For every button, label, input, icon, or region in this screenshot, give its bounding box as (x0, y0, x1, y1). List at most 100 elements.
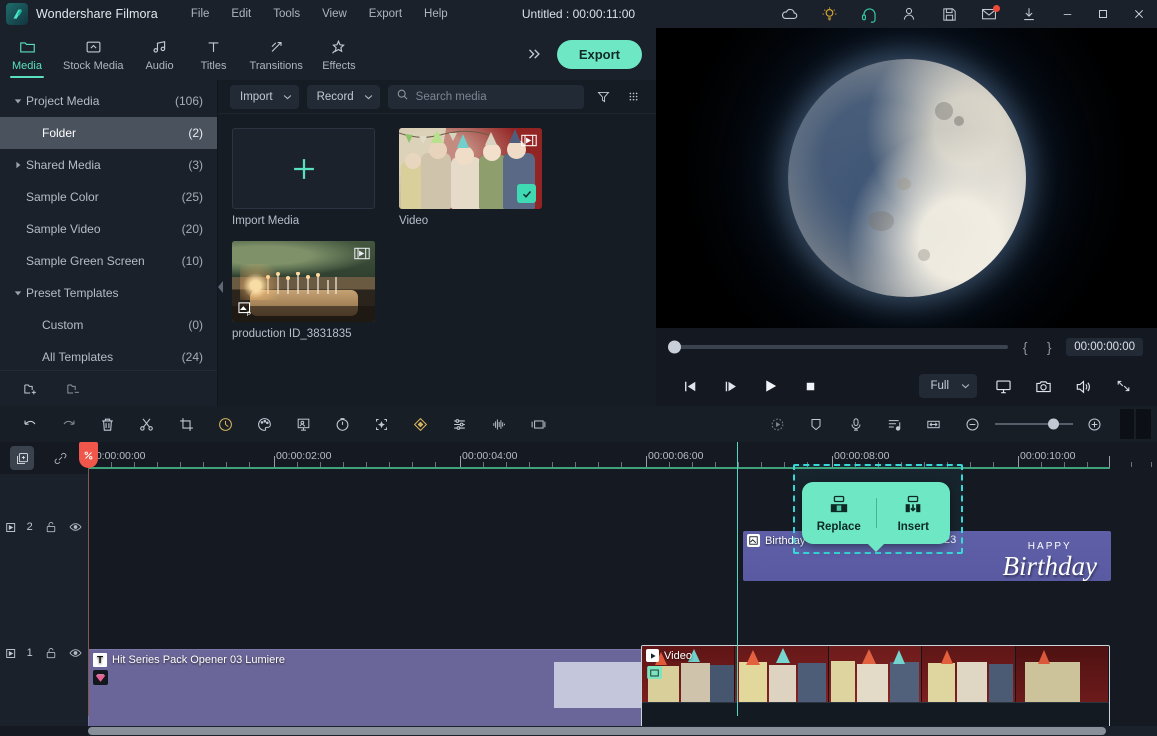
marker-range-icon[interactable] (519, 410, 558, 438)
chevron-right-icon[interactable] (10, 161, 26, 169)
lightbulb-icon[interactable] (809, 0, 849, 28)
minimize-button[interactable] (1049, 0, 1085, 28)
maximize-button[interactable] (1085, 0, 1121, 28)
render-preview-icon[interactable] (758, 410, 797, 438)
menu-export[interactable]: Export (358, 5, 413, 23)
menu-view[interactable]: View (311, 5, 358, 23)
sidebar-item-sample-color[interactable]: Sample Color (25) (0, 181, 217, 213)
voiceover-mic-icon[interactable] (836, 410, 875, 438)
mark-out-button[interactable]: } (1042, 339, 1056, 355)
split-scissors-icon[interactable] (127, 410, 166, 438)
close-button[interactable] (1121, 0, 1157, 28)
new-folder-icon[interactable] (22, 381, 39, 397)
redo-icon[interactable] (49, 410, 88, 438)
sidebar-item-shared-media[interactable]: Shared Media (3) (0, 149, 217, 181)
sidebar-item-preset-templates[interactable]: Preset Templates (0, 277, 217, 309)
clip-video[interactable]: Video (641, 645, 1110, 736)
drop-action-popup[interactable]: Replace Insert (802, 482, 950, 544)
timeline-zoom-slider[interactable] (994, 418, 1073, 430)
media-thumbnail[interactable]: P (232, 241, 375, 322)
record-dropdown[interactable]: Record (306, 84, 380, 109)
grid-view-icon[interactable] (622, 89, 644, 104)
play-button[interactable] (750, 371, 790, 401)
link-chain-icon[interactable] (48, 446, 72, 470)
timeline-ruler[interactable]: 00:00:00:00 00:00:02:00 00:00:04:00 00:0… (88, 442, 1157, 474)
audio-waveform-icon[interactable] (480, 410, 519, 438)
tab-stock-media[interactable]: Stock Media (54, 28, 133, 80)
media-item-import[interactable]: Import Media (232, 128, 375, 227)
chevron-down-icon[interactable] (10, 97, 26, 105)
sidebar-item-custom[interactable]: Custom (0) (0, 309, 217, 341)
freeze-frame-icon[interactable] (323, 410, 362, 438)
zoom-in-icon[interactable] (1075, 410, 1114, 438)
color-palette-icon[interactable] (245, 410, 284, 438)
more-tabs-button[interactable] (517, 28, 551, 80)
tab-effects[interactable]: Effects (312, 28, 366, 80)
sidebar-item-sample-green-screen[interactable]: Sample Green Screen (10) (0, 245, 217, 277)
mark-in-button[interactable]: { (1018, 339, 1032, 355)
eye-icon[interactable] (63, 646, 88, 660)
fullscreen-icon[interactable] (1103, 371, 1143, 401)
new-track-icon[interactable] (10, 446, 34, 470)
headset-icon[interactable] (849, 0, 889, 28)
snapshot-monitor-icon[interactable] (983, 371, 1023, 401)
quality-dropdown[interactable]: Full (919, 374, 977, 398)
search-input[interactable] (415, 90, 576, 103)
unlock-icon[interactable] (39, 520, 64, 534)
playhead[interactable] (79, 442, 98, 716)
save-icon[interactable] (929, 0, 969, 28)
player-progress-slider[interactable] (668, 340, 1009, 354)
undo-icon[interactable] (10, 410, 49, 438)
step-forward-button[interactable] (710, 371, 750, 401)
download-icon[interactable] (1009, 0, 1049, 28)
zoom-slider-track[interactable] (994, 418, 1073, 430)
media-item-production[interactable]: P production ID_3831835 (232, 241, 375, 340)
crop-icon[interactable] (167, 410, 206, 438)
zoom-slider-knob[interactable] (1047, 418, 1059, 430)
adjust-sliders-icon[interactable] (440, 410, 479, 438)
eye-icon[interactable] (63, 520, 88, 534)
sidebar-item-folder[interactable]: Folder (2) (0, 117, 217, 149)
audio-mixer-icon[interactable] (875, 410, 914, 438)
import-dropdown[interactable]: Import (230, 84, 299, 109)
filter-funnel-icon[interactable] (592, 89, 614, 104)
keyframe-icon[interactable] (401, 410, 440, 438)
cloud-icon[interactable] (769, 0, 809, 28)
search-media-box[interactable] (387, 84, 584, 109)
media-thumbnail[interactable] (399, 128, 542, 209)
delete-icon[interactable] (88, 410, 127, 438)
unlock-icon[interactable] (39, 646, 64, 660)
menu-tools[interactable]: Tools (262, 5, 311, 23)
sidebar-item-project-media[interactable]: Project Media (106) (0, 85, 217, 117)
chevron-down-icon[interactable] (10, 289, 26, 297)
step-back-button[interactable] (670, 371, 710, 401)
fit-timeline-icon[interactable] (914, 410, 953, 438)
camera-icon[interactable] (1023, 371, 1063, 401)
replace-button[interactable]: Replace (802, 494, 876, 533)
tab-audio[interactable]: Audio (133, 28, 187, 80)
volume-icon[interactable] (1063, 371, 1103, 401)
tab-media[interactable]: Media (0, 28, 54, 80)
account-icon[interactable] (889, 0, 929, 28)
timeline-scrollbar[interactable] (88, 726, 1157, 736)
media-item-video[interactable]: Video (399, 128, 542, 227)
menu-edit[interactable]: Edit (220, 5, 262, 23)
menu-file[interactable]: File (180, 5, 221, 23)
auto-enhance-icon[interactable] (362, 410, 401, 438)
marker-icon[interactable] (797, 410, 836, 438)
panel-collapse-handle[interactable] (217, 274, 224, 300)
player-timecode[interactable]: 00:00:00:00 (1066, 338, 1143, 356)
mail-icon[interactable] (969, 0, 1009, 28)
sidebar-item-all-templates[interactable]: All Templates (24) (0, 341, 217, 373)
tab-titles[interactable]: Titles (187, 28, 241, 80)
tab-transitions[interactable]: Transitions (241, 28, 312, 80)
menu-help[interactable]: Help (413, 5, 459, 23)
sidebar-item-sample-video[interactable]: Sample Video (20) (0, 213, 217, 245)
player-progress-knob[interactable] (668, 340, 681, 354)
green-screen-icon[interactable] (284, 410, 323, 438)
playhead-flag[interactable] (79, 442, 98, 468)
remove-folder-icon[interactable] (65, 381, 82, 397)
timeline-scrollbar-thumb[interactable] (88, 727, 1106, 735)
speed-icon[interactable] (206, 410, 245, 438)
zoom-out-icon[interactable] (953, 410, 992, 438)
